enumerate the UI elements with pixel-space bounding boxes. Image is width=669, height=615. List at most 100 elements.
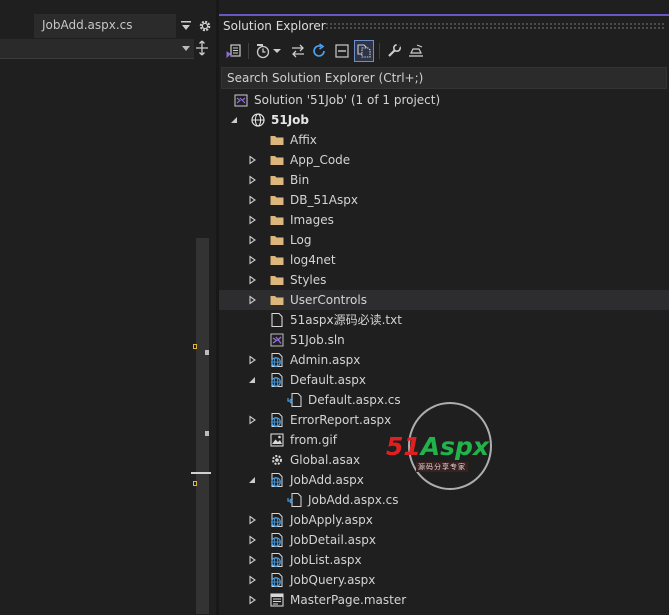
tree-item-label: Solution '51Job' (1 of 1 project) bbox=[254, 93, 441, 107]
preview-icon bbox=[409, 44, 423, 57]
tree-item-label: Default.aspx.cs bbox=[308, 393, 401, 407]
tree-item-label: JobAdd.aspx bbox=[290, 473, 364, 487]
tree-item[interactable]: Default.aspx bbox=[219, 370, 669, 390]
toolbar-separator bbox=[248, 43, 249, 59]
web-project-icon bbox=[251, 113, 265, 127]
collapsed-arrow-icon[interactable] bbox=[247, 275, 257, 285]
expanded-arrow-icon[interactable] bbox=[247, 475, 257, 485]
tree-item[interactable]: DB_51Aspx bbox=[219, 190, 669, 210]
tree-item-label: 51aspx源码必读.txt bbox=[290, 313, 402, 327]
title-grip[interactable] bbox=[325, 22, 665, 31]
folder-icon bbox=[270, 236, 284, 245]
collapsed-arrow-icon[interactable] bbox=[247, 575, 257, 585]
folder-icon bbox=[270, 276, 284, 285]
tree-item[interactable]: from.gif bbox=[219, 430, 669, 450]
search-placeholder: Search Solution Explorer (Ctrl+;) bbox=[227, 71, 424, 85]
tree-item-label: App_Code bbox=[290, 153, 351, 167]
web-page-icon bbox=[271, 573, 283, 587]
tree-item[interactable]: UserControls bbox=[219, 290, 669, 310]
image-file-icon bbox=[270, 433, 284, 447]
collapsed-arrow-icon[interactable] bbox=[247, 515, 257, 525]
tree-item-label: UserControls bbox=[290, 293, 367, 307]
tree-item[interactable]: Styles bbox=[219, 270, 669, 290]
expanded-arrow-icon[interactable] bbox=[229, 115, 239, 125]
tree-item[interactable]: JobDetail.aspx bbox=[219, 530, 669, 550]
web-page-icon bbox=[271, 413, 283, 427]
collapsed-arrow-icon[interactable] bbox=[247, 175, 257, 185]
expanded-arrow-icon[interactable] bbox=[247, 375, 257, 385]
tree-item-label: Default.aspx bbox=[290, 373, 366, 387]
collapsed-arrow-icon[interactable] bbox=[247, 195, 257, 205]
active-pane-indicator bbox=[219, 14, 669, 16]
tree-item[interactable]: JobQuery.aspx bbox=[219, 570, 669, 590]
collapsed-arrow-icon[interactable] bbox=[247, 535, 257, 545]
tree-item[interactable]: JobAdd.aspx bbox=[219, 470, 669, 490]
scrollbar-thumb[interactable] bbox=[196, 238, 209, 614]
scroll-marker bbox=[193, 481, 197, 486]
show-all-files-button[interactable] bbox=[354, 40, 374, 62]
tree-item[interactable]: 51Job bbox=[219, 110, 669, 130]
tree-item-label: DB_51Aspx bbox=[290, 193, 358, 207]
tree-item[interactable]: JobApply.aspx bbox=[219, 510, 669, 530]
tree-item-label: Bin bbox=[290, 173, 310, 187]
tree-item[interactable]: MasterPage.master bbox=[219, 590, 669, 610]
navigation-dropdown[interactable] bbox=[0, 39, 194, 59]
tree-item[interactable]: App_Code bbox=[219, 150, 669, 170]
collapsed-arrow-icon[interactable] bbox=[247, 555, 257, 565]
folder-icon bbox=[270, 136, 284, 145]
properties-button[interactable] bbox=[384, 40, 404, 62]
tree-item-label: JobApply.aspx bbox=[290, 513, 373, 527]
tree-item[interactable]: 51aspx源码必读.txt bbox=[219, 310, 669, 330]
search-input[interactable]: Search Solution Explorer (Ctrl+;) bbox=[221, 67, 667, 89]
tab-overflow-icon[interactable] bbox=[180, 19, 192, 33]
solution-explorer-toolbar bbox=[219, 38, 669, 66]
folder-icon bbox=[270, 156, 284, 165]
editor-pane: JobAdd.aspx.cs bbox=[0, 0, 216, 615]
tree-item[interactable]: Default.aspx.cs bbox=[219, 390, 669, 410]
master-page-icon bbox=[270, 593, 284, 607]
document-tab[interactable]: JobAdd.aspx.cs bbox=[34, 14, 176, 38]
refresh-button[interactable] bbox=[309, 40, 329, 62]
tree-item[interactable]: Log bbox=[219, 230, 669, 250]
show-all-files-icon bbox=[357, 44, 371, 58]
global-asax-icon bbox=[272, 455, 282, 465]
collapsed-arrow-icon[interactable] bbox=[247, 255, 257, 265]
web-page-icon bbox=[271, 513, 283, 527]
collapsed-arrow-icon[interactable] bbox=[247, 355, 257, 365]
collapsed-arrow-icon[interactable] bbox=[247, 415, 257, 425]
tree-item[interactable]: log4net bbox=[219, 250, 669, 270]
tree-item-label: Affix bbox=[290, 133, 317, 147]
tree-item[interactable]: Affix bbox=[219, 130, 669, 150]
filter-dropdown-button[interactable] bbox=[272, 40, 282, 62]
sync-with-active-document-button[interactable] bbox=[288, 40, 308, 62]
folder-icon bbox=[270, 256, 284, 265]
tree-item[interactable]: 51Job.sln bbox=[219, 330, 669, 350]
collapsed-arrow-icon[interactable] bbox=[247, 295, 257, 305]
tree-item[interactable]: Images bbox=[219, 210, 669, 230]
collapsed-arrow-icon[interactable] bbox=[247, 155, 257, 165]
preview-selected-items-button[interactable] bbox=[406, 40, 426, 62]
folder-icon bbox=[270, 196, 284, 205]
split-window-icon[interactable] bbox=[195, 40, 209, 56]
tree-item[interactable]: Global.asax bbox=[219, 450, 669, 470]
tree-item[interactable]: Bin bbox=[219, 170, 669, 190]
tree-item[interactable]: ErrorReport.aspx bbox=[219, 410, 669, 430]
switch-views-button[interactable] bbox=[224, 40, 244, 62]
collapsed-arrow-icon[interactable] bbox=[247, 595, 257, 605]
web-page-icon bbox=[271, 553, 283, 567]
tree-item[interactable]: Solution '51Job' (1 of 1 project) bbox=[219, 90, 669, 110]
text-file-icon bbox=[271, 312, 283, 328]
tree-item[interactable]: JobList.aspx bbox=[219, 550, 669, 570]
gear-icon[interactable] bbox=[198, 19, 212, 33]
pending-changes-filter-button[interactable] bbox=[253, 40, 273, 62]
collapsed-arrow-icon[interactable] bbox=[247, 215, 257, 225]
history-icon bbox=[256, 44, 270, 59]
vertical-scrollbar[interactable] bbox=[191, 60, 211, 615]
tree-item[interactable]: Admin.aspx bbox=[219, 350, 669, 370]
tree-item[interactable]: JobAdd.aspx.cs bbox=[219, 490, 669, 510]
scroll-marker bbox=[205, 431, 209, 436]
tree-item-label: Admin.aspx bbox=[290, 353, 361, 367]
collapse-all-button[interactable] bbox=[332, 40, 352, 62]
tree-item-label: JobQuery.aspx bbox=[290, 573, 376, 587]
collapsed-arrow-icon[interactable] bbox=[247, 235, 257, 245]
